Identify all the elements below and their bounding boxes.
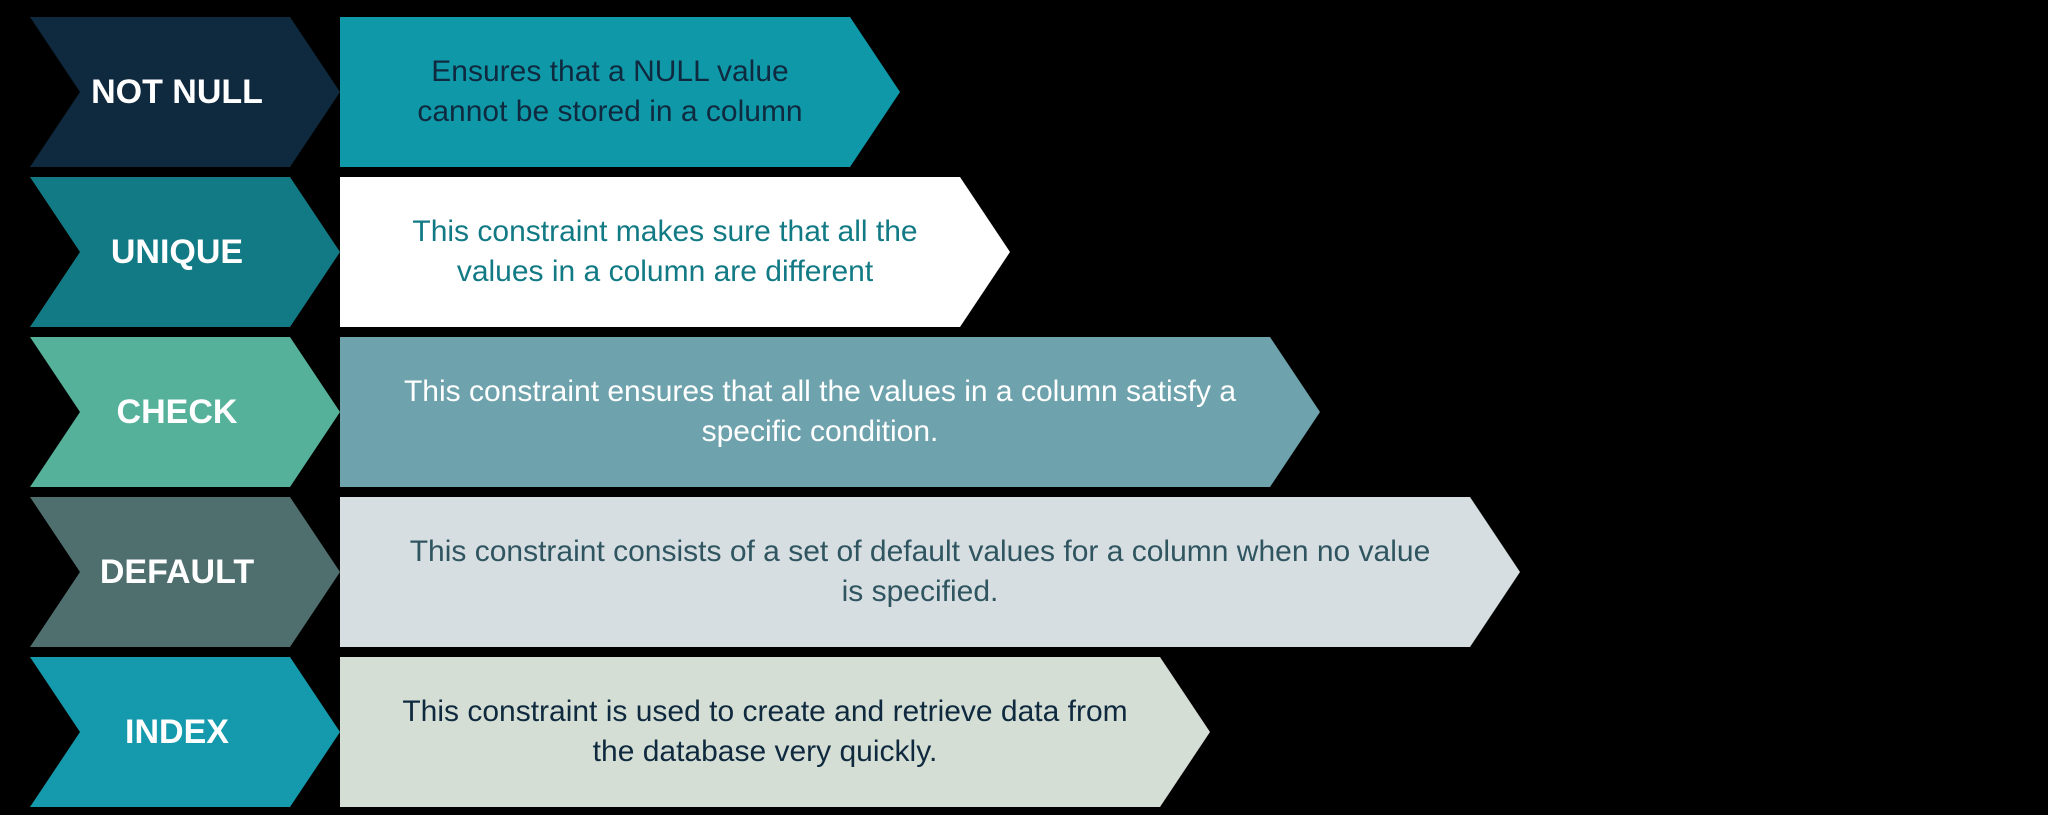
chevron-head-icon [1160,657,1210,807]
chevron-notch-icon [30,337,80,487]
label-block: DEFAULT [30,497,340,647]
label-block: INDEX [30,657,340,807]
label-block: CHECK [30,337,340,487]
chevron-head-icon [290,497,340,647]
constraint-description: This constraint makes sure that all the … [340,177,960,327]
constraint-description: Ensures that a NULL value cannot be stor… [340,17,850,167]
description-block: This constraint consists of a set of def… [340,497,1520,647]
constraint-description: This constraint is used to create and re… [340,657,1160,807]
constraint-description: This constraint ensures that all the val… [340,337,1270,487]
chevron-head-icon [290,337,340,487]
chevron-head-icon [960,177,1010,327]
label-block: UNIQUE [30,177,340,327]
chevron-head-icon [290,177,340,327]
chevron-head-icon [1470,497,1520,647]
chevron-head-icon [850,17,900,167]
chevron-head-icon [290,657,340,807]
chevron-notch-icon [30,177,80,327]
description-block: Ensures that a NULL value cannot be stor… [340,17,900,167]
chevron-notch-icon [30,657,80,807]
chevron-notch-icon [30,497,80,647]
description-block: This constraint makes sure that all the … [340,177,1010,327]
chevron-head-icon [1270,337,1320,487]
chevron-notch-icon [30,17,80,167]
constraint-description: This constraint consists of a set of def… [340,497,1470,647]
chevron-head-icon [290,17,340,167]
description-block: This constraint ensures that all the val… [340,337,1320,487]
label-block: NOT NULL [30,17,340,167]
constraints-diagram: NOT NULLEnsures that a NULL value cannot… [0,0,2048,815]
description-block: This constraint is used to create and re… [340,657,1210,807]
